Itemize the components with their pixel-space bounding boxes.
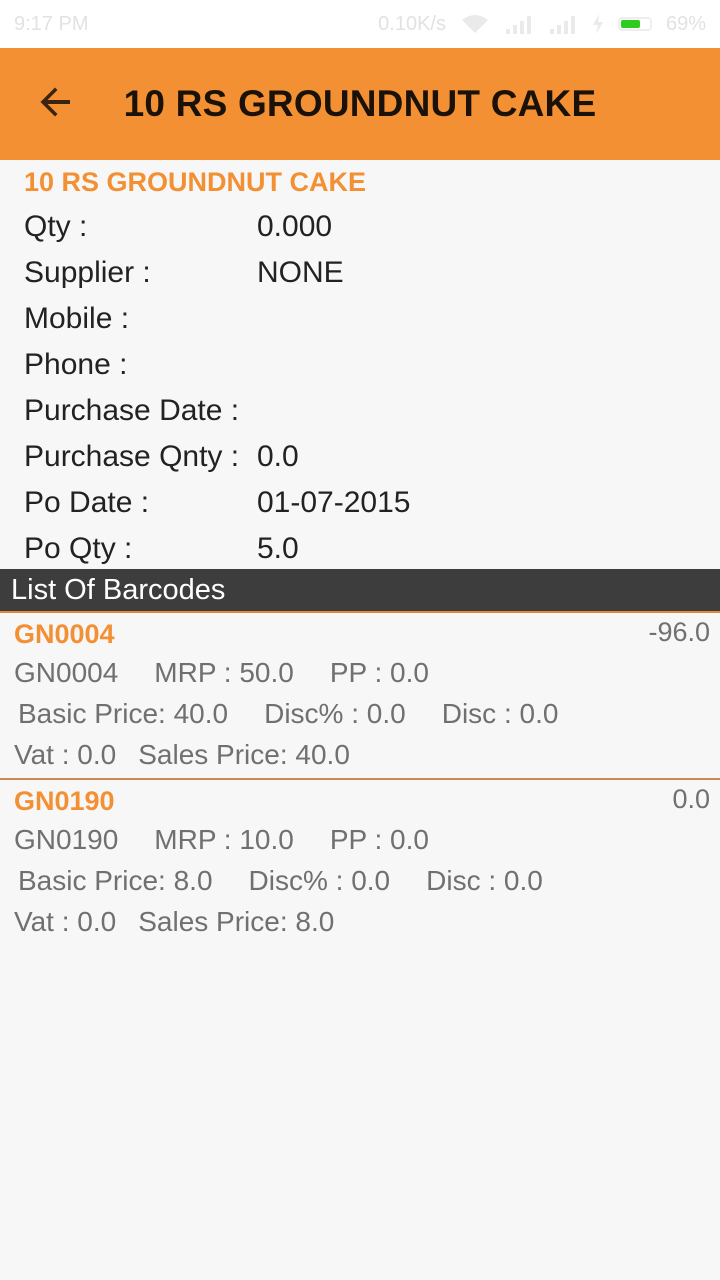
network-speed: 0.10K/s bbox=[378, 12, 446, 35]
barcode-code: GN0190 bbox=[14, 786, 115, 816]
mrp-value: MRP : 50.0 bbox=[154, 657, 294, 688]
disc-value: Disc : 0.0 bbox=[441, 698, 559, 729]
barcode-list: GN0004 -96.0 GN0004 MRP : 50.0 PP : 0.0 … bbox=[0, 613, 720, 947]
detail-value: 0.0 bbox=[257, 440, 299, 473]
back-button[interactable] bbox=[0, 48, 112, 160]
basic-price-value: Basic Price: 40.0 bbox=[18, 698, 229, 729]
detail-row-supplier: Supplier : NONE bbox=[24, 250, 720, 296]
detail-label: Po Date : bbox=[24, 486, 150, 519]
detail-value: 01-07-2015 bbox=[257, 486, 411, 519]
detail-label: Phone : bbox=[24, 348, 128, 381]
status-bar: 9:17 PM 0.10K/s 69% bbox=[0, 0, 720, 48]
page-title: 10 RS GROUNDNUT CAKE bbox=[123, 83, 597, 124]
signal-icon bbox=[504, 13, 534, 35]
battery-level bbox=[620, 20, 640, 28]
barcode-code: GN0004 bbox=[14, 619, 115, 649]
detail-row-po-qty: Po Qty : 5.0 bbox=[24, 526, 720, 572]
detail-label: Mobile : bbox=[24, 302, 130, 335]
disc-percent-value: Disc% : 0.0 bbox=[264, 698, 406, 729]
detail-label: Qty : bbox=[24, 210, 88, 243]
barcode-line-3: Vat : 0.0 Sales Price: 40.0 bbox=[14, 739, 350, 771]
detail-row-purchase-date: Purchase Date : bbox=[24, 388, 720, 434]
signal-icon bbox=[548, 13, 578, 35]
detail-value: 0.000 bbox=[257, 210, 333, 243]
barcode-code-text: GN0004 bbox=[14, 657, 119, 688]
detail-row-qty: Qty : 0.000 bbox=[24, 204, 720, 250]
status-icons: 0.10K/s 69% bbox=[378, 13, 706, 36]
disc-value: Disc : 0.0 bbox=[426, 865, 543, 896]
barcode-line-2: Basic Price: 8.0 Disc% : 0.0 Disc : 0.0 bbox=[18, 865, 543, 897]
app-bar: 10 RS GROUNDNUT CAKE bbox=[0, 48, 720, 160]
product-details: 10 RS GROUNDNUT CAKE Qty : 0.000 Supplie… bbox=[0, 160, 720, 572]
product-name: 10 RS GROUNDNUT CAKE bbox=[24, 167, 367, 197]
barcodes-section-header: List Of Barcodes bbox=[0, 569, 720, 613]
arrow-back-icon bbox=[38, 84, 74, 125]
basic-price-value: Basic Price: 8.0 bbox=[18, 865, 213, 896]
mrp-value: MRP : 10.0 bbox=[154, 824, 294, 855]
vat-value: Vat : 0.0 bbox=[14, 739, 117, 770]
list-item[interactable]: GN0190 0.0 GN0190 MRP : 10.0 PP : 0.0 Ba… bbox=[0, 780, 720, 947]
barcode-code-text: GN0190 bbox=[14, 824, 119, 855]
list-item[interactable]: GN0004 -96.0 GN0004 MRP : 50.0 PP : 0.0 … bbox=[0, 613, 720, 780]
detail-row-po-date: Po Date : 01-07-2015 bbox=[24, 480, 720, 526]
battery-icon bbox=[617, 17, 652, 31]
detail-row-mobile: Mobile : bbox=[24, 296, 720, 342]
detail-label: Purchase Date : bbox=[24, 394, 240, 427]
barcode-qty: 0.0 bbox=[672, 784, 710, 814]
detail-label: Supplier : bbox=[24, 256, 151, 289]
barcode-line-2: Basic Price: 40.0 Disc% : 0.0 Disc : 0.0 bbox=[18, 698, 558, 730]
charging-icon bbox=[592, 14, 604, 34]
sales-price-value: Sales Price: 8.0 bbox=[138, 906, 335, 937]
barcode-line-3: Vat : 0.0 Sales Price: 8.0 bbox=[14, 906, 334, 938]
detail-value: NONE bbox=[257, 256, 344, 289]
barcode-line-1: GN0004 MRP : 50.0 PP : 0.0 bbox=[14, 657, 429, 689]
barcode-qty: -96.0 bbox=[648, 617, 710, 647]
sales-price-value: Sales Price: 40.0 bbox=[138, 739, 350, 770]
wifi-icon bbox=[460, 13, 490, 35]
vat-value: Vat : 0.0 bbox=[14, 906, 117, 937]
detail-label: Po Qty : bbox=[24, 532, 133, 565]
detail-value: 5.0 bbox=[257, 532, 299, 565]
barcode-line-1: GN0190 MRP : 10.0 PP : 0.0 bbox=[14, 824, 429, 856]
detail-label: Purchase Qnty : bbox=[24, 440, 240, 473]
detail-row-phone: Phone : bbox=[24, 342, 720, 388]
pp-value: PP : 0.0 bbox=[329, 657, 429, 688]
detail-row-purchase-qnty: Purchase Qnty : 0.0 bbox=[24, 434, 720, 480]
status-time: 9:17 PM bbox=[14, 12, 89, 35]
pp-value: PP : 0.0 bbox=[329, 824, 429, 855]
disc-percent-value: Disc% : 0.0 bbox=[248, 865, 391, 896]
battery-percent: 69% bbox=[665, 12, 706, 35]
